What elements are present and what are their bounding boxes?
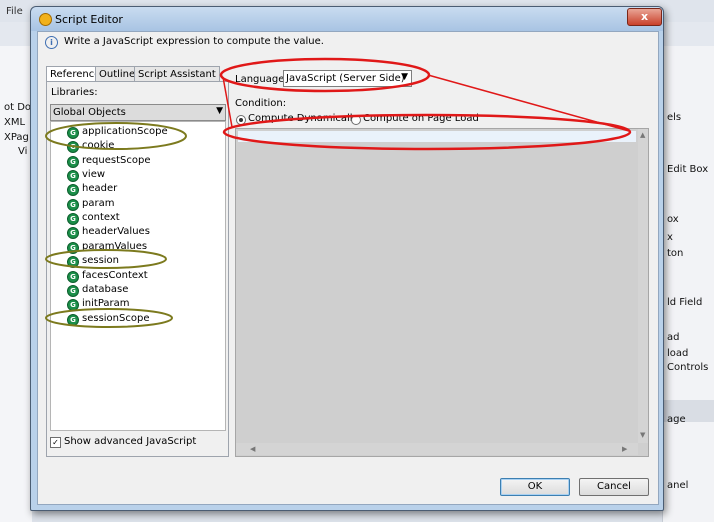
object-label: sessionScope	[82, 313, 150, 324]
ide-right-item[interactable]: Controls	[667, 362, 708, 373]
ide-left-panel: ot Doc XML XPag Vi	[0, 46, 37, 522]
object-label: initParam	[82, 298, 130, 309]
global-object-icon: G	[67, 127, 79, 139]
global-object-icon: G	[67, 156, 79, 168]
object-label: database	[82, 284, 129, 295]
reference-tab-content: Libraries: Global Objects ▼ Gapplication…	[46, 81, 229, 457]
scroll-left-icon[interactable]: ◀	[250, 445, 255, 453]
object-label: cookie	[82, 140, 115, 151]
ide-right-item[interactable]: load	[667, 348, 688, 359]
ide-right-item[interactable]: ld Field	[667, 297, 702, 308]
object-label: param	[82, 198, 115, 209]
ide-menu-file[interactable]: File	[6, 6, 23, 17]
vertical-scrollbar[interactable]: ▲ ▼	[638, 129, 648, 443]
ide-right-item[interactable]: els	[667, 112, 681, 123]
object-label: headerValues	[82, 226, 150, 237]
compute-on-load-radio[interactable]	[351, 115, 361, 125]
ok-button[interactable]: OK	[500, 478, 570, 496]
close-button[interactable]: x	[627, 8, 662, 26]
libraries-select[interactable]: Global Objects ▼	[50, 104, 226, 121]
scroll-up-icon[interactable]: ▲	[640, 131, 645, 139]
chevron-down-icon: ▼	[216, 106, 223, 116]
ide-right-item[interactable]: ton	[667, 248, 683, 259]
global-object-icon: G	[67, 314, 79, 326]
scroll-down-icon[interactable]: ▼	[640, 431, 645, 439]
script-editor-area: ▲ ▼ ◀ ▶	[235, 128, 649, 457]
reference-pane: Reference Outline Script Assistant Libra…	[46, 66, 229, 458]
current-line-highlight	[238, 131, 636, 142]
ide-right-item[interactable]: x	[667, 232, 673, 243]
object-label: requestScope	[82, 155, 151, 166]
horizontal-scrollbar[interactable]: ◀ ▶	[236, 443, 638, 455]
script-pane: Language: JavaScript (Server Side) ▼ Con…	[232, 66, 652, 458]
dialog-title: Script Editor	[55, 13, 123, 26]
language-select[interactable]: JavaScript (Server Side) ▼	[283, 70, 412, 87]
compute-dynamically-radio[interactable]	[236, 115, 246, 125]
global-object-icon: G	[67, 213, 79, 225]
scroll-right-icon[interactable]: ▶	[622, 445, 627, 453]
info-bar: i Write a JavaScript expression to compu…	[38, 32, 658, 52]
global-object-icon: G	[67, 184, 79, 196]
global-object-icon: G	[67, 242, 79, 254]
language-label: Language:	[235, 74, 288, 85]
global-object-icon: G	[67, 227, 79, 239]
ide-right-item[interactable]: ad	[667, 332, 679, 343]
compute-on-load-label: Compute on Page Load	[363, 113, 479, 124]
script-editor-dialog: Script Editor x i Write a JavaScript exp…	[30, 6, 664, 511]
dialog-titlebar[interactable]: Script Editor x	[31, 7, 663, 31]
ide-left-item[interactable]: XPag	[4, 132, 29, 143]
info-icon: i	[45, 36, 58, 49]
app-icon	[39, 13, 52, 26]
object-label: view	[82, 169, 106, 180]
info-text: Write a JavaScript expression to compute…	[64, 36, 324, 47]
object-label: paramValues	[82, 241, 148, 252]
tab-script-assistant[interactable]: Script Assistant	[134, 66, 220, 82]
ide-right-item[interactable]: Edit Box	[667, 164, 708, 175]
object-label: facesContext	[82, 270, 148, 281]
global-object-icon: G	[67, 256, 79, 268]
libraries-label: Libraries:	[51, 87, 98, 98]
global-object-icon: G	[67, 299, 79, 311]
object-label: context	[82, 212, 120, 223]
global-object-icon: G	[67, 285, 79, 297]
global-object-icon: G	[67, 141, 79, 153]
tab-outline[interactable]: Outline	[95, 66, 140, 82]
libraries-select-value: Global Objects	[53, 107, 126, 118]
cancel-button[interactable]: Cancel	[579, 478, 649, 496]
ide-right-item[interactable]: age	[667, 414, 686, 425]
show-advanced-label: Show advanced JavaScript	[64, 436, 197, 447]
global-object-icon: G	[67, 199, 79, 211]
object-label: applicationScope	[82, 126, 168, 137]
global-object-icon: G	[67, 271, 79, 283]
object-label: session	[82, 255, 120, 266]
condition-label: Condition:	[235, 98, 287, 109]
language-select-value: JavaScript (Server Side)	[286, 73, 405, 84]
ide-right-item[interactable]: anel	[667, 480, 688, 491]
chevron-down-icon: ▼	[401, 72, 408, 82]
dialog-body: i Write a JavaScript expression to compu…	[37, 31, 659, 505]
show-advanced-checkbox[interactable]: ✓	[50, 437, 61, 448]
object-label: header	[82, 183, 118, 194]
ide-right-item[interactable]: ox	[667, 214, 679, 225]
ide-left-item[interactable]: XML	[4, 117, 25, 128]
global-objects-list: GapplicationScope Gcookie GrequestScope …	[50, 121, 226, 431]
global-object-icon: G	[67, 170, 79, 182]
ide-right-panel: els Edit Box ox x ton ld Field ad load C…	[662, 46, 714, 522]
compute-dynamically-label: Compute Dynamically	[248, 113, 359, 124]
ide-left-item[interactable]: Vi	[18, 146, 27, 157]
script-textarea[interactable]	[238, 131, 636, 439]
